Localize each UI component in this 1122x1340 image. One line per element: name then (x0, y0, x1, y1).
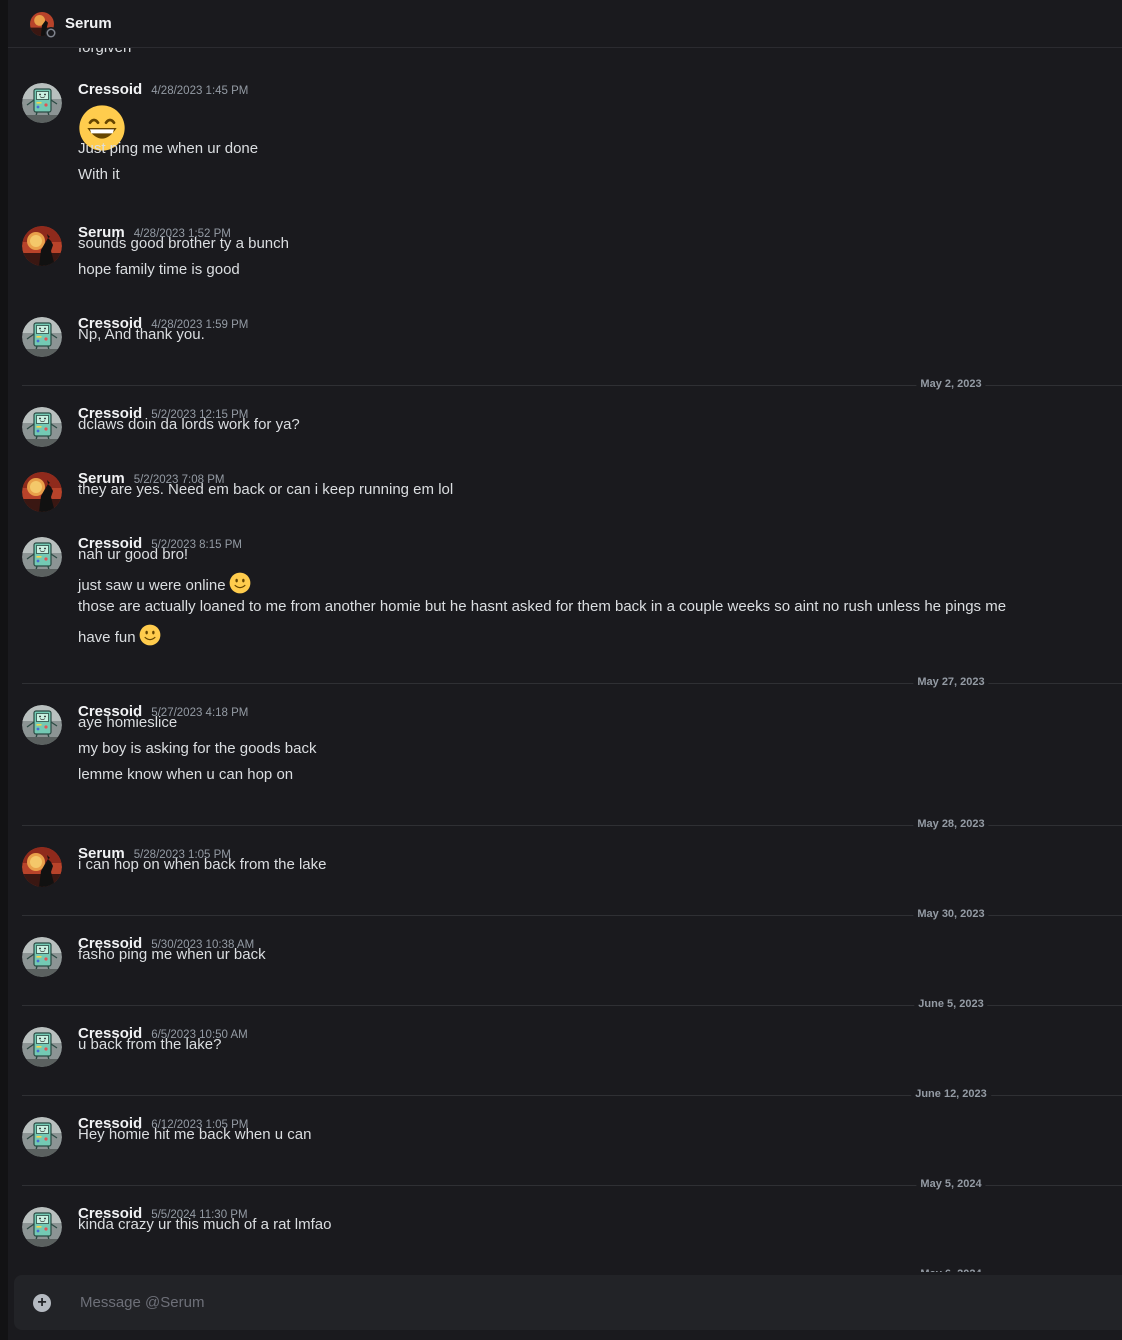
serum-avatar[interactable] (22, 847, 62, 887)
dm-header: Serum (8, 0, 1122, 48)
message-text: i can hop on when back from the lake (78, 856, 326, 873)
message-text-content: With it (78, 166, 120, 183)
message-text-content: just saw u were online (78, 576, 226, 594)
message-timestamp[interactable]: 4/28/2023 1:45 PM (151, 85, 248, 97)
date-divider: June 5, 2023 (22, 998, 1122, 1010)
message-text: fasho ping me when ur back (78, 946, 266, 963)
message-input[interactable] (78, 1293, 982, 1312)
date-divider-label: June 12, 2023 (911, 1088, 991, 1100)
message-text-content: Hey homie hit me back when u can (78, 1126, 312, 1143)
message-text-content: u back from the lake? (78, 1036, 222, 1053)
cressoid-avatar[interactable] (22, 1027, 62, 1067)
cressoid-avatar[interactable] (22, 537, 62, 577)
message-list[interactable]: forgiven Cressoid 4/28/2023 1:45 PM Just p… (8, 47, 1122, 1272)
cressoid-avatar[interactable] (22, 705, 62, 745)
message-text: With it (78, 166, 120, 183)
date-divider: May 27, 2023 (22, 676, 1122, 688)
plus-circle-icon[interactable]: + (33, 1293, 51, 1312)
date-divider-label: June 5, 2023 (914, 998, 988, 1010)
date-divider: May 5, 2024 (22, 1178, 1122, 1190)
slightly-smiling-face-emoji-icon[interactable] (229, 572, 251, 598)
message-text: hope family time is good (78, 261, 240, 278)
date-divider-label: May 2, 2023 (916, 378, 986, 390)
message-text-content: sounds good brother ty a bunch (78, 235, 289, 252)
message-text: kinda crazy ur this much of a rat lmfao (78, 1216, 331, 1233)
header-avatar[interactable] (30, 11, 57, 39)
cressoid-avatar[interactable] (22, 1117, 62, 1157)
date-divider: June 12, 2023 (22, 1088, 1122, 1100)
message-text: Hey homie hit me back when u can (78, 1126, 311, 1143)
date-divider-label: May 30, 2023 (913, 908, 989, 920)
message-text-content: dclaws doin da lords work for ya? (78, 416, 300, 433)
message-header: Cressoid 4/28/2023 1:45 PM (78, 81, 248, 98)
message-text-content: have fun (78, 628, 136, 646)
message-text-content: lemme know when u can hop on (78, 766, 294, 783)
message-text: they are yes. Need em back or can i keep… (78, 481, 453, 498)
date-divider: May 2, 2023 (22, 378, 1122, 390)
left-edge-strip (0, 0, 8, 1340)
date-divider-label: May 6, 2024 (916, 1268, 986, 1272)
date-divider-label: May 5, 2024 (916, 1178, 986, 1190)
cressoid-avatar[interactable] (22, 83, 62, 123)
message-text: Just ping me when ur done (78, 140, 258, 157)
message-text-content: those are actually loaned to me from ano… (78, 598, 1007, 615)
message-text: u back from the lake? (78, 1036, 221, 1053)
message-text: sounds good brother ty a bunch (78, 235, 289, 252)
message-text: just saw u were online (78, 572, 251, 598)
cressoid-avatar[interactable] (22, 1207, 62, 1247)
date-divider: May 28, 2023 (22, 818, 1122, 830)
cut-off-message: forgiven (78, 47, 132, 56)
message-text: dclaws doin da lords work for ya? (78, 416, 300, 433)
message-text-content: they are yes. Need em back or can i keep… (78, 481, 454, 498)
message-text-content: kinda crazy ur this much of a rat lmfao (78, 1216, 332, 1233)
message-text: nah ur good bro! (78, 546, 188, 563)
cressoid-avatar[interactable] (22, 937, 62, 977)
message-text: have fun (78, 624, 161, 650)
serum-avatar[interactable] (22, 472, 62, 512)
slightly-smiling-face-emoji-icon[interactable] (139, 624, 161, 650)
message-text: aye homieslice (78, 714, 177, 731)
message-text-content: i can hop on when back from the lake (78, 856, 327, 873)
author-name[interactable]: Cressoid (78, 81, 142, 98)
message-text: those are actually loaned to me from ano… (78, 598, 1006, 615)
message-text: my boy is asking for the goods back (78, 740, 316, 757)
message-text-content: Just ping me when ur done (78, 140, 259, 157)
cressoid-avatar[interactable] (22, 317, 62, 357)
message-text-content: nah ur good bro! (78, 546, 189, 563)
offline-status-icon (45, 26, 57, 39)
message-text-content: fasho ping me when ur back (78, 946, 266, 963)
message-text-content: aye homieslice (78, 714, 178, 731)
dm-title: Serum (65, 15, 112, 32)
serum-avatar[interactable] (22, 226, 62, 266)
date-divider-label: May 27, 2023 (913, 676, 989, 688)
date-divider: May 30, 2023 (22, 908, 1122, 920)
message-text: Np, And thank you. (78, 326, 205, 343)
message-text-content: hope family time is good (78, 261, 240, 278)
message-text-content: Np, And thank you. (78, 326, 205, 343)
message-text: lemme know when u can hop on (78, 766, 293, 783)
cressoid-avatar[interactable] (22, 407, 62, 447)
message-text-content: my boy is asking for the goods back (78, 740, 317, 757)
message-composer: + (14, 1275, 1122, 1330)
date-divider-label: May 28, 2023 (913, 818, 989, 830)
